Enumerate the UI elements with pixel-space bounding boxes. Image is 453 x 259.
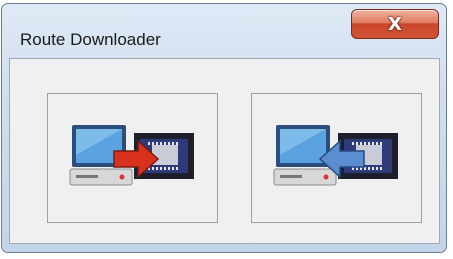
receive-from-device-button[interactable] (251, 93, 422, 223)
download-from-device-icon (273, 125, 398, 186)
send-to-device-button[interactable] (47, 93, 218, 223)
route-downloader-window: Route Downloader X (1, 3, 447, 253)
close-icon: X (388, 13, 402, 35)
title-bar[interactable]: Route Downloader X (2, 4, 446, 58)
dialog-content (9, 58, 440, 244)
window-title: Route Downloader (20, 30, 161, 49)
upload-to-device-icon (69, 125, 194, 186)
close-button[interactable]: X (351, 9, 439, 39)
